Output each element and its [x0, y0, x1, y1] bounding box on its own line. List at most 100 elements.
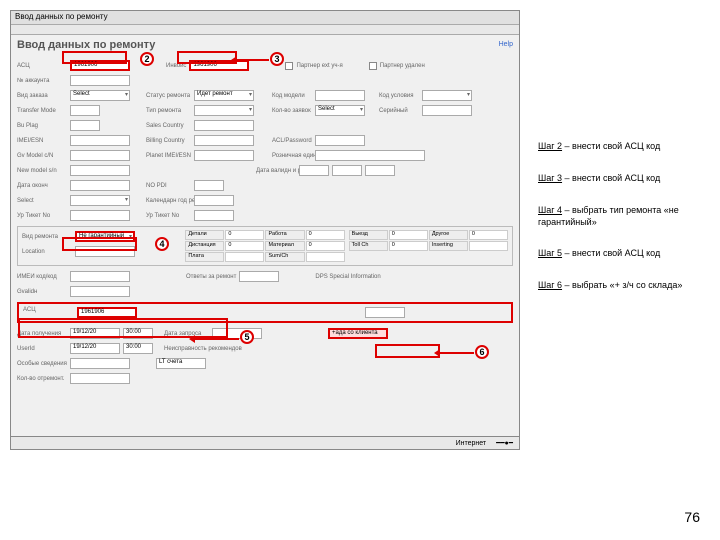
annotation-2-highlight: [62, 51, 127, 64]
nopdi-input[interactable]: [194, 180, 224, 191]
td2-4: [469, 241, 508, 251]
extra-input1[interactable]: [365, 307, 405, 318]
step-5-bold: Шаг 5: [538, 248, 562, 258]
transmode-label: Transfer Mode: [17, 108, 67, 114]
imei-input[interactable]: [70, 135, 130, 146]
td2-2: 0: [469, 230, 508, 240]
th-exit: Выезд: [349, 230, 388, 240]
th-sum: Sum/Ch: [265, 252, 304, 262]
gvmodel-input[interactable]: [70, 150, 130, 161]
deleted-chk[interactable]: [369, 62, 377, 70]
titlebar: Ввод данных по ремонту: [11, 11, 519, 25]
account-label: № аккаунта: [17, 78, 67, 84]
step-2-text: Шаг 2 – внести свой АСЦ код: [538, 140, 660, 152]
buplag-input[interactable]: [70, 120, 100, 131]
step-4-text: Шаг 4 – выбрать тип ремонта «не гарантий…: [538, 204, 713, 228]
step-3-body: – внести свой АСЦ код: [562, 173, 660, 183]
repairtype-select[interactable]: [194, 105, 254, 116]
help-link[interactable]: Help: [499, 41, 513, 48]
th-other: Другое: [429, 230, 468, 240]
breakd-label: Неисправность рекомендов: [164, 346, 242, 352]
imeicode-input[interactable]: [70, 271, 130, 282]
th-details: Детали: [185, 230, 224, 240]
step-2-bold: Шаг 2: [538, 141, 562, 151]
kodmodel-input[interactable]: [315, 90, 365, 101]
step-4-bold: Шаг 4: [538, 205, 562, 215]
annotation-6-arrow: [440, 352, 474, 354]
special2-label: Особые сведения: [17, 361, 67, 367]
koduslovia-select[interactable]: [422, 90, 472, 101]
th-dist: Дистанция: [185, 241, 224, 251]
select-select[interactable]: [70, 195, 130, 206]
account-input[interactable]: [70, 75, 130, 86]
td2-1: 0: [389, 230, 428, 240]
billcountry-input[interactable]: [194, 135, 254, 146]
urticket-input[interactable]: [194, 210, 234, 221]
step-3-bold: Шаг 3: [538, 173, 562, 183]
add-button[interactable]: +ада со клиента: [328, 328, 388, 339]
topasc-input[interactable]: 1961906: [77, 307, 137, 318]
buplag-label: Bu Plag: [17, 123, 67, 129]
salesqty-select[interactable]: Select: [315, 105, 365, 116]
pdateof-input2[interactable]: [332, 165, 362, 176]
aclfw-input[interactable]: [315, 135, 365, 146]
newmodel-input[interactable]: [70, 165, 130, 176]
partner-chk-label: Партнер ext уч-я: [296, 63, 342, 69]
pdateof-input3[interactable]: [365, 165, 395, 176]
newmodel-label: New model s/n: [17, 168, 67, 174]
dateend-input[interactable]: [70, 180, 130, 191]
annotation-4-bubble: 4: [155, 237, 169, 251]
imei-label: IMEI/ESN: [17, 138, 67, 144]
serial-input[interactable]: [422, 105, 472, 116]
ltcount-btn[interactable]: LT счета: [156, 358, 206, 369]
pdateof-input1[interactable]: [299, 165, 329, 176]
userid-label: UserId: [17, 346, 67, 352]
gvalid-input[interactable]: [70, 286, 130, 297]
th-mat: Материал: [265, 241, 304, 251]
annotation-2-bubble: 2: [140, 52, 154, 66]
billcountry-label: Billing Country: [146, 138, 191, 144]
step-5-text: Шаг 5 – внести свой АСЦ код: [538, 247, 660, 259]
th-plata: Плата: [185, 252, 224, 262]
userid-input[interactable]: 19/12/20: [70, 343, 120, 354]
td-3-1: [225, 252, 264, 262]
salescountry-label: Sales Country: [146, 123, 191, 129]
calyear-input[interactable]: [194, 195, 234, 206]
countrepair-input[interactable]: [70, 373, 130, 384]
dateend-label: Дата оконч: [17, 183, 67, 189]
salescountry-input[interactable]: [194, 120, 254, 131]
asc-label: АСЦ: [17, 63, 67, 69]
pticket-input[interactable]: [70, 210, 130, 221]
annotation-6-bubble: 6: [475, 345, 489, 359]
annotation-5-highlight: [18, 318, 228, 338]
status-label: Статус ремонта: [146, 93, 191, 99]
annotation-5-arrow: [195, 338, 239, 340]
planet-input[interactable]: [194, 150, 254, 161]
special-label: DPS Special Information: [315, 274, 380, 280]
time2-input[interactable]: 30:00: [123, 343, 153, 354]
th-toll: Toll Ch: [349, 241, 388, 251]
td-1-2: 0: [306, 230, 345, 240]
pticket-label: Ур Тикет No: [17, 213, 67, 219]
ordertype-select[interactable]: Select: [70, 90, 130, 101]
gvalid-label: Gvalidн: [17, 289, 67, 295]
topasc-label: АСЦ: [23, 307, 73, 318]
ptwindow-input[interactable]: [315, 150, 425, 161]
step-6-text: Шаг 6 – выбрать «+ з/ч со склада»: [538, 279, 713, 291]
kodmodel-label: Код модели: [272, 93, 312, 99]
status-select[interactable]: Идет ремонт: [194, 90, 254, 101]
annotation-5-bubble: 5: [240, 330, 254, 344]
transmode-input[interactable]: [70, 105, 100, 116]
countrepair-label: Кол-во отремонт.: [17, 376, 67, 382]
annotation-6-highlight: [375, 344, 440, 358]
answer-input[interactable]: [239, 271, 279, 282]
special2-input[interactable]: [70, 358, 130, 369]
toolbar: [11, 25, 519, 35]
statusbar: Интернет ━━●━: [10, 436, 520, 450]
td-3-2: [306, 252, 345, 262]
calyear-label: Календарн год рем: [146, 198, 191, 204]
answer-label: Ответы за ремонт: [186, 274, 236, 280]
salesqty-label: Кол-во заявок: [272, 108, 312, 114]
th-work: Работа: [265, 230, 304, 240]
partner-chk[interactable]: [285, 62, 293, 70]
